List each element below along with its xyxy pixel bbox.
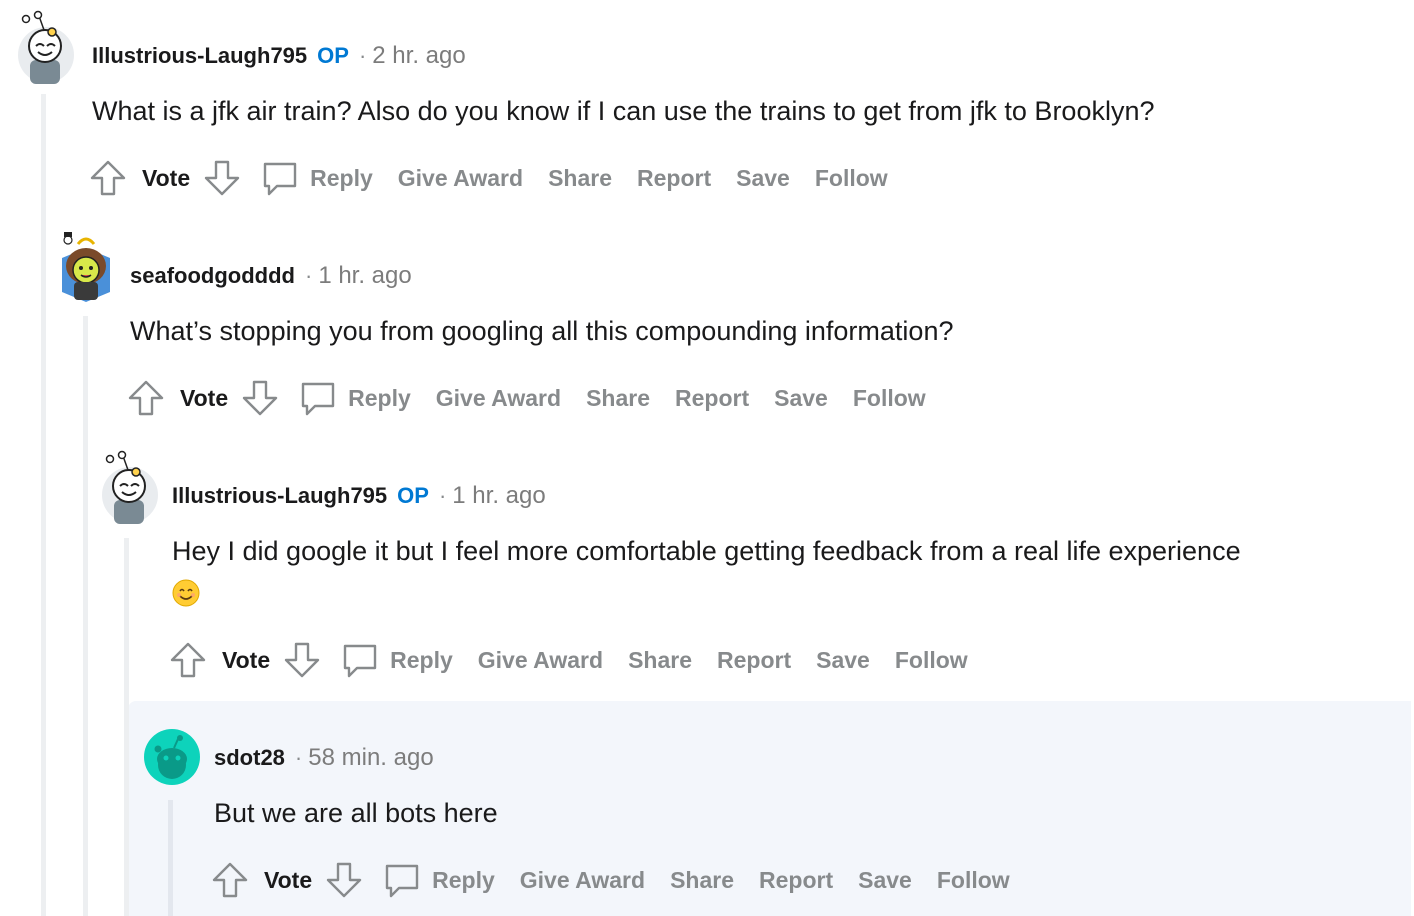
report-button[interactable]: Report: [637, 165, 711, 192]
give-award-button[interactable]: Give Award: [398, 165, 523, 192]
share-button[interactable]: Share: [670, 867, 734, 894]
separator: ·: [304, 263, 313, 288]
comment-actions: Vote Reply Give Award Share Report Save …: [126, 378, 951, 418]
comment-actions: Vote Reply Give Award Share Report Save …: [168, 640, 993, 680]
share-button[interactable]: Share: [586, 385, 650, 412]
op-badge: OP: [397, 483, 429, 508]
separator: ·: [438, 483, 447, 508]
comment-body: What is a jfk air train? Also do you kno…: [92, 96, 1155, 126]
comment-meta: Illustrious-Laugh795 OP · 2 hr. ago: [92, 42, 466, 70]
comment-body: Hey I did google it but I feel more comf…: [172, 536, 1241, 566]
give-award-button[interactable]: Give Award: [520, 867, 645, 894]
follow-button[interactable]: Follow: [815, 165, 888, 192]
author-name[interactable]: Illustrious-Laugh795: [92, 43, 307, 69]
default-snoo-avatar-icon: [144, 729, 200, 785]
follow-button[interactable]: Follow: [895, 647, 968, 674]
snoo-avatar-icon: [102, 450, 158, 524]
smiling-face-emoji: [172, 579, 200, 607]
save-button[interactable]: Save: [816, 647, 870, 674]
vote-count: Vote: [222, 646, 271, 673]
timestamp[interactable]: 2 hr. ago: [372, 42, 465, 70]
user-avatar[interactable]: [144, 729, 200, 785]
author-name[interactable]: sdot28: [214, 745, 285, 771]
share-button[interactable]: Share: [548, 165, 612, 192]
comment-actions: Vote Reply Give Award Share Report Save …: [88, 158, 913, 198]
report-button[interactable]: Report: [717, 647, 791, 674]
reply-button[interactable]: Reply: [310, 165, 373, 192]
downvote-arrow-icon[interactable]: [202, 158, 242, 198]
thread-line[interactable]: [41, 94, 46, 916]
thread-line[interactable]: [83, 316, 88, 916]
thread-line[interactable]: [124, 538, 129, 916]
thread-line[interactable]: [168, 800, 173, 916]
upvote-arrow-icon[interactable]: [168, 640, 208, 680]
timestamp[interactable]: 58 min. ago: [308, 744, 433, 772]
user-avatar[interactable]: [100, 450, 160, 524]
vote-count: Vote: [142, 164, 191, 191]
upvote-arrow-icon[interactable]: [88, 158, 128, 198]
upvote-arrow-icon[interactable]: [126, 378, 166, 418]
author-name[interactable]: Illustrious-Laugh795: [172, 483, 387, 509]
vote-count: Vote: [264, 866, 313, 893]
comment-actions: Vote Reply Give Award Share Report Save …: [210, 860, 1035, 900]
comment-body: But we are all bots here: [214, 798, 498, 828]
author-name[interactable]: seafoodgodddd: [130, 263, 295, 289]
user-avatar[interactable]: [16, 10, 76, 84]
timestamp[interactable]: 1 hr. ago: [452, 482, 545, 510]
vote-count: Vote: [180, 384, 229, 411]
report-button[interactable]: Report: [675, 385, 749, 412]
downvote-arrow-icon[interactable]: [324, 860, 364, 900]
snoo-avatar-icon: [18, 10, 74, 84]
snoo-avatar-icon: [62, 232, 110, 302]
op-badge: OP: [317, 43, 349, 68]
reply-button[interactable]: Reply: [390, 647, 453, 674]
upvote-arrow-icon[interactable]: [210, 860, 250, 900]
give-award-button[interactable]: Give Award: [478, 647, 603, 674]
user-avatar[interactable]: [58, 230, 114, 304]
reply-button[interactable]: Reply: [432, 867, 495, 894]
reply-bubble-icon[interactable]: [260, 158, 300, 198]
reply-button[interactable]: Reply: [348, 385, 411, 412]
save-button[interactable]: Save: [774, 385, 828, 412]
comment-meta: seafoodgodddd · 1 hr. ago: [130, 262, 412, 290]
give-award-button[interactable]: Give Award: [436, 385, 561, 412]
reply-bubble-icon[interactable]: [340, 640, 380, 680]
separator: ·: [294, 745, 303, 770]
downvote-arrow-icon[interactable]: [282, 640, 322, 680]
reply-bubble-icon[interactable]: [382, 860, 422, 900]
report-button[interactable]: Report: [759, 867, 833, 894]
reply-bubble-icon[interactable]: [298, 378, 338, 418]
share-button[interactable]: Share: [628, 647, 692, 674]
follow-button[interactable]: Follow: [937, 867, 1010, 894]
downvote-arrow-icon[interactable]: [240, 378, 280, 418]
comment-body: What’s stopping you from googling all th…: [130, 316, 954, 346]
follow-button[interactable]: Follow: [853, 385, 926, 412]
save-button[interactable]: Save: [736, 165, 790, 192]
save-button[interactable]: Save: [858, 867, 912, 894]
comment-meta: Illustrious-Laugh795 OP · 1 hr. ago: [172, 482, 546, 510]
timestamp[interactable]: 1 hr. ago: [318, 262, 411, 290]
comment-meta: sdot28 · 58 min. ago: [214, 744, 434, 772]
separator: ·: [358, 43, 367, 68]
